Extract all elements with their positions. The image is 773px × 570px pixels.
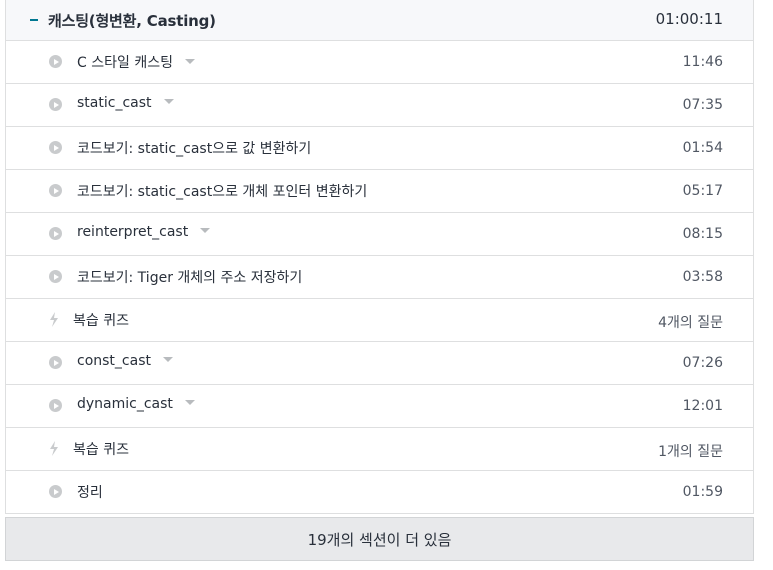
row-title: static_cast [77, 95, 152, 111]
play-circle-icon [49, 270, 62, 283]
row-title: 코드보기: static_cast으로 값 변환하기 [77, 141, 312, 157]
question-count: 1개의 질문 [658, 444, 723, 460]
lightning-bolt-icon [50, 441, 58, 456]
lecture-duration: 05:17 [682, 183, 723, 199]
more-sections-button[interactable]: 19개의 섹션이 더 있음 [5, 517, 754, 561]
lecture-row[interactable]: reinterpret_cast 08:15 [6, 213, 753, 256]
lecture-row[interactable]: 정리 01:59 [6, 471, 753, 514]
row-label: 코드보기: static_cast으로 개체 포인터 변환하기 [77, 181, 367, 201]
row-label: static_cast [77, 95, 174, 111]
row-label: 복습 퀴즈 [73, 310, 129, 330]
section-header[interactable]: 캐스팅(형변환, Casting) 01:00:11 [6, 0, 753, 41]
play-circle-icon [49, 356, 62, 369]
row-label: reinterpret_cast [77, 224, 211, 240]
lecture-row[interactable]: 코드보기: Tiger 개체의 주소 저장하기 03:58 [6, 256, 753, 299]
row-label: C 스타일 캐스팅 [77, 52, 195, 72]
row-label: 복습 퀴즈 [73, 439, 129, 459]
lecture-row[interactable]: C 스타일 캐스팅 11:46 [6, 41, 753, 84]
row-label: 코드보기: Tiger 개체의 주소 저장하기 [77, 267, 302, 287]
question-count: 4개의 질문 [658, 315, 723, 331]
section-title: 캐스팅(형변환, Casting) [48, 12, 216, 30]
play-circle-icon [49, 98, 62, 111]
lecture-row[interactable]: dynamic_cast 12:01 [6, 385, 753, 428]
play-circle-icon [49, 184, 62, 197]
minus-icon[interactable] [28, 14, 40, 26]
row-title: 정리 [77, 485, 103, 501]
row-title: dynamic_cast [77, 396, 173, 412]
row-label: 코드보기: static_cast으로 값 변환하기 [77, 138, 311, 158]
curriculum-panel: 캐스팅(형변환, Casting) 01:00:11 C 스타일 캐스팅 11:4… [5, 0, 754, 514]
row-title: 코드보기: static_cast으로 개체 포인터 변환하기 [77, 184, 368, 200]
row-label: 정리 [77, 482, 103, 502]
lecture-duration: 11:46 [682, 54, 723, 70]
lecture-duration: 01:54 [682, 140, 723, 156]
play-circle-icon [49, 55, 62, 68]
lecture-duration: 07:35 [682, 97, 723, 113]
caret-down-icon[interactable] [200, 228, 211, 233]
lecture-duration: 08:15 [682, 226, 723, 242]
caret-down-icon[interactable] [184, 59, 195, 64]
lecture-duration: 07:26 [682, 355, 723, 371]
lightning-bolt-icon [50, 312, 58, 327]
lecture-list: C 스타일 캐스팅 11:46 static_cast 07:35 코드보기: stat… [6, 41, 753, 514]
row-title: C 스타일 캐스팅 [77, 55, 173, 71]
lecture-duration: 12:01 [682, 398, 723, 414]
row-title: reinterpret_cast [77, 224, 189, 240]
lecture-row[interactable]: 코드보기: static_cast으로 개체 포인터 변환하기 05:17 [6, 170, 753, 213]
row-title: 코드보기: Tiger 개체의 주소 저장하기 [77, 270, 303, 286]
lecture-duration: 03:58 [682, 269, 723, 285]
row-title: const_cast [77, 353, 151, 369]
row-title: 복습 퀴즈 [73, 442, 129, 458]
lecture-row[interactable]: static_cast 07:35 [6, 84, 753, 127]
lecture-row[interactable]: const_cast 07:26 [6, 342, 753, 385]
caret-down-icon[interactable] [184, 400, 195, 405]
play-circle-icon [49, 141, 62, 154]
play-circle-icon [49, 399, 62, 412]
play-circle-icon [49, 485, 62, 498]
lecture-duration: 01:59 [682, 484, 723, 500]
play-circle-icon [49, 227, 62, 240]
row-label: const_cast [77, 353, 173, 369]
section-duration: 01:00:11 [655, 10, 723, 28]
lecture-row[interactable]: 코드보기: static_cast으로 값 변환하기 01:54 [6, 127, 753, 170]
caret-down-icon[interactable] [163, 99, 174, 104]
row-label: dynamic_cast [77, 396, 195, 412]
quiz-row[interactable]: 복습 퀴즈 4개의 질문 [6, 299, 753, 342]
caret-down-icon[interactable] [162, 357, 173, 362]
row-title: 복습 퀴즈 [73, 313, 129, 329]
quiz-row[interactable]: 복습 퀴즈 1개의 질문 [6, 428, 753, 471]
